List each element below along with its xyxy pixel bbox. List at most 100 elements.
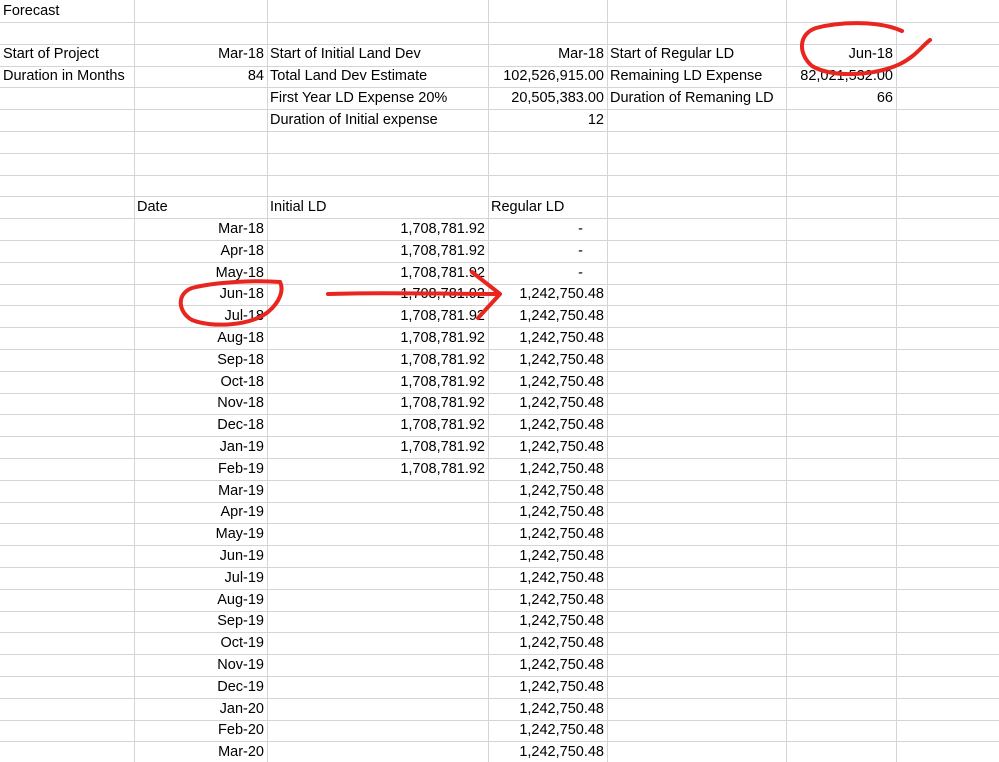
cell-initial-ld[interactable]: [267, 699, 488, 720]
cell-initial-ld[interactable]: [267, 502, 488, 523]
spreadsheet-grid: Forecast Start of Project Mar-18 Start o…: [0, 0, 999, 762]
column-gridline: [786, 0, 787, 762]
cell-initial-ld[interactable]: 1,708,781.92: [267, 415, 488, 436]
cell-date[interactable]: Aug-18: [134, 328, 267, 349]
cell-date[interactable]: Jun-18: [134, 284, 267, 305]
remaining-ld-value[interactable]: 82,021,532.00: [786, 66, 896, 87]
duration-remaining-label[interactable]: Duration of Remaning LD: [607, 88, 786, 109]
first-year-label[interactable]: First Year LD Expense 20%: [267, 88, 488, 109]
cell-date[interactable]: Feb-19: [134, 459, 267, 480]
cell-regular-ld[interactable]: 1,242,750.48: [488, 677, 607, 698]
cell-initial-ld[interactable]: [267, 546, 488, 567]
cell-initial-ld[interactable]: 1,708,781.92: [267, 437, 488, 458]
cell-regular-ld[interactable]: 1,242,750.48: [488, 502, 607, 523]
cell-regular-ld[interactable]: 1,242,750.48: [488, 546, 607, 567]
cell-initial-ld[interactable]: 1,708,781.92: [267, 350, 488, 371]
cell-regular-ld[interactable]: 1,242,750.48: [488, 633, 607, 654]
cell-regular-ld[interactable]: -: [488, 263, 607, 284]
cell-regular-ld[interactable]: 1,242,750.48: [488, 306, 607, 327]
start-initial-ld-value[interactable]: Mar-18: [488, 44, 607, 65]
cell-date[interactable]: Apr-18: [134, 241, 267, 262]
duration-months-label[interactable]: Duration in Months: [0, 66, 134, 87]
cell-regular-ld[interactable]: -: [488, 241, 607, 262]
total-ld-label[interactable]: Total Land Dev Estimate: [267, 66, 488, 87]
cell-date[interactable]: May-19: [134, 524, 267, 545]
cell-initial-ld[interactable]: [267, 611, 488, 632]
cell-date[interactable]: Dec-19: [134, 677, 267, 698]
cell-regular-ld[interactable]: 1,242,750.48: [488, 284, 607, 305]
duration-initial-label[interactable]: Duration of Initial expense: [267, 110, 488, 131]
duration-months-value[interactable]: 84: [134, 66, 267, 87]
cell-date[interactable]: Mar-19: [134, 481, 267, 502]
cell-initial-ld[interactable]: 1,708,781.92: [267, 459, 488, 480]
cell-date[interactable]: Jun-19: [134, 546, 267, 567]
cell-initial-ld[interactable]: [267, 568, 488, 589]
cell-initial-ld[interactable]: 1,708,781.92: [267, 219, 488, 240]
cell-regular-ld[interactable]: 1,242,750.48: [488, 742, 607, 762]
cell-regular-ld[interactable]: 1,242,750.48: [488, 459, 607, 480]
cell-regular-ld[interactable]: 1,242,750.48: [488, 350, 607, 371]
total-ld-value[interactable]: 102,526,915.00: [488, 66, 607, 87]
cell-date[interactable]: Sep-19: [134, 611, 267, 632]
header-date[interactable]: Date: [134, 197, 267, 218]
cell-date[interactable]: Jul-18: [134, 306, 267, 327]
cell-regular-ld[interactable]: 1,242,750.48: [488, 328, 607, 349]
cell-date[interactable]: Oct-18: [134, 372, 267, 393]
cell-regular-ld[interactable]: 1,242,750.48: [488, 590, 607, 611]
cell-initial-ld[interactable]: [267, 742, 488, 762]
cell-date[interactable]: Jan-20: [134, 699, 267, 720]
cell-date[interactable]: Oct-19: [134, 633, 267, 654]
cell-date[interactable]: Jan-19: [134, 437, 267, 458]
cell-date[interactable]: Feb-20: [134, 720, 267, 741]
cell-initial-ld[interactable]: 1,708,781.92: [267, 241, 488, 262]
cell-initial-ld[interactable]: [267, 524, 488, 545]
cell-date[interactable]: Dec-18: [134, 415, 267, 436]
cell-initial-ld[interactable]: 1,708,781.92: [267, 372, 488, 393]
cell-initial-ld[interactable]: [267, 481, 488, 502]
cell-initial-ld[interactable]: [267, 677, 488, 698]
cell-regular-ld[interactable]: 1,242,750.48: [488, 415, 607, 436]
duration-remaining-value[interactable]: 66: [786, 88, 896, 109]
cell-date[interactable]: Sep-18: [134, 350, 267, 371]
cell-initial-ld[interactable]: 1,708,781.92: [267, 328, 488, 349]
cell-date[interactable]: Aug-19: [134, 590, 267, 611]
cell-initial-ld[interactable]: [267, 590, 488, 611]
start-project-value[interactable]: Mar-18: [134, 44, 267, 65]
cell-regular-ld[interactable]: 1,242,750.48: [488, 393, 607, 414]
cell-regular-ld[interactable]: 1,242,750.48: [488, 437, 607, 458]
start-initial-ld-label[interactable]: Start of Initial Land Dev: [267, 44, 488, 65]
duration-initial-value[interactable]: 12: [488, 110, 607, 131]
start-project-label[interactable]: Start of Project: [0, 44, 134, 65]
start-regular-ld-value[interactable]: Jun-18: [786, 44, 896, 65]
cell-regular-ld[interactable]: -: [488, 219, 607, 240]
cell-date[interactable]: Nov-19: [134, 655, 267, 676]
cell-regular-ld[interactable]: 1,242,750.48: [488, 720, 607, 741]
cell-regular-ld[interactable]: 1,242,750.48: [488, 524, 607, 545]
sheet-title[interactable]: Forecast: [0, 1, 134, 22]
cell-regular-ld[interactable]: 1,242,750.48: [488, 699, 607, 720]
cell-initial-ld[interactable]: 1,708,781.92: [267, 393, 488, 414]
cell-date[interactable]: Mar-20: [134, 742, 267, 762]
header-initial-ld[interactable]: Initial LD: [267, 197, 488, 218]
cell-initial-ld[interactable]: [267, 633, 488, 654]
header-regular-ld[interactable]: Regular LD: [488, 197, 607, 218]
cell-regular-ld[interactable]: 1,242,750.48: [488, 568, 607, 589]
cell-regular-ld[interactable]: 1,242,750.48: [488, 481, 607, 502]
cell-initial-ld[interactable]: [267, 655, 488, 676]
remaining-ld-label[interactable]: Remaining LD Expense: [607, 66, 786, 87]
cell-regular-ld[interactable]: 1,242,750.48: [488, 655, 607, 676]
first-year-value[interactable]: 20,505,383.00: [488, 88, 607, 109]
cell-regular-ld[interactable]: 1,242,750.48: [488, 611, 607, 632]
cell-initial-ld[interactable]: 1,708,781.92: [267, 306, 488, 327]
cell-initial-ld[interactable]: 1,708,781.92: [267, 263, 488, 284]
cell-initial-ld[interactable]: 1,708,781.92: [267, 284, 488, 305]
cell-initial-ld[interactable]: [267, 720, 488, 741]
cell-regular-ld[interactable]: 1,242,750.48: [488, 372, 607, 393]
row-gridline: [0, 153, 999, 154]
cell-date[interactable]: Jul-19: [134, 568, 267, 589]
cell-date[interactable]: Nov-18: [134, 393, 267, 414]
cell-date[interactable]: Mar-18: [134, 219, 267, 240]
cell-date[interactable]: May-18: [134, 263, 267, 284]
start-regular-ld-label[interactable]: Start of Regular LD: [607, 44, 786, 65]
cell-date[interactable]: Apr-19: [134, 502, 267, 523]
